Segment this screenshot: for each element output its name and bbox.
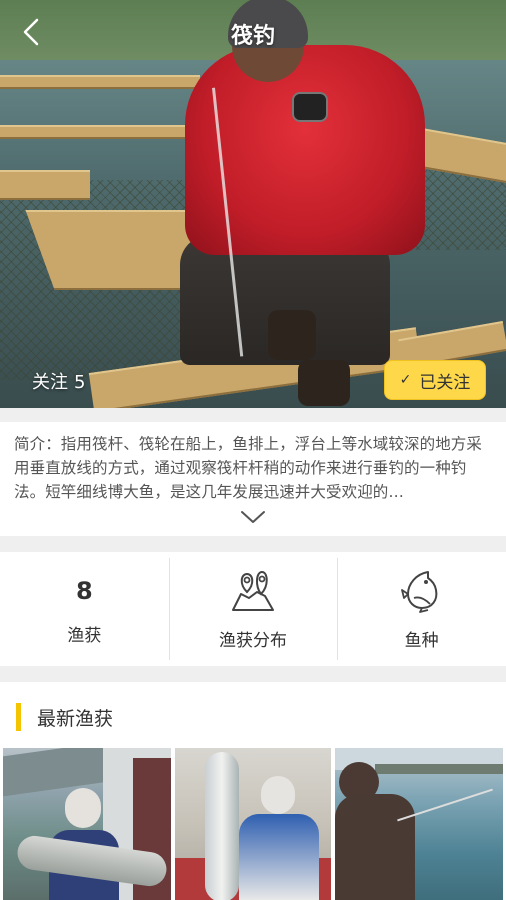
catch-photo[interactable] bbox=[3, 748, 171, 900]
map-pin-icon bbox=[229, 568, 277, 614]
fish-species-label: 鱼种 bbox=[404, 630, 439, 651]
fishing-method-page: 筏钓 关注 5 ✓ 已关注 简介：指用筏杆、筏轮在船上，鱼排上，浮台上等水域较深的… bbox=[0, 0, 506, 900]
catch-distribution-label: 渔获分布 bbox=[219, 630, 287, 651]
catch-count-value: 8 bbox=[75, 576, 93, 605]
check-icon: ✓ bbox=[399, 372, 412, 388]
description-text: 简介：指用筏杆、筏轮在船上，鱼排上，浮台上等水域较深的地方采用垂直放线的方式，通… bbox=[14, 435, 483, 501]
fish-species-tab[interactable]: 鱼种 bbox=[337, 552, 506, 666]
latest-catches-section: 最新渔获 bbox=[0, 682, 506, 900]
fish-icon bbox=[398, 568, 446, 614]
catch-count-tab[interactable]: 8 渔获 bbox=[0, 552, 169, 666]
follower-count: 关注 5 bbox=[32, 368, 85, 394]
followed-button-label: 已关注 bbox=[419, 372, 471, 393]
followed-button[interactable]: ✓ 已关注 bbox=[384, 360, 486, 400]
section-accent-bar bbox=[16, 703, 21, 731]
catch-thumbnails bbox=[3, 748, 503, 900]
expand-description-button[interactable] bbox=[238, 508, 268, 526]
catch-count-label: 渔获 bbox=[67, 625, 102, 646]
hero-photo: 筏钓 关注 5 ✓ 已关注 bbox=[0, 0, 506, 408]
section-title: 最新渔获 bbox=[37, 707, 114, 730]
catch-distribution-tab[interactable]: 渔获分布 bbox=[168, 552, 338, 666]
catch-photo[interactable] bbox=[175, 748, 331, 900]
follower-number: 5 bbox=[74, 372, 86, 393]
section-header: 最新渔获 bbox=[16, 702, 113, 732]
catch-photo[interactable] bbox=[335, 748, 503, 900]
page-title: 筏钓 bbox=[230, 24, 275, 49]
follower-label: 关注 bbox=[32, 372, 68, 393]
description-card: 简介：指用筏杆、筏轮在船上，鱼排上，浮台上等水域较深的地方采用垂直放线的方式，通… bbox=[0, 422, 506, 536]
chevron-down-icon bbox=[241, 511, 265, 523]
stats-bar: 8 渔获 渔获分布 鱼种 bbox=[0, 552, 506, 666]
